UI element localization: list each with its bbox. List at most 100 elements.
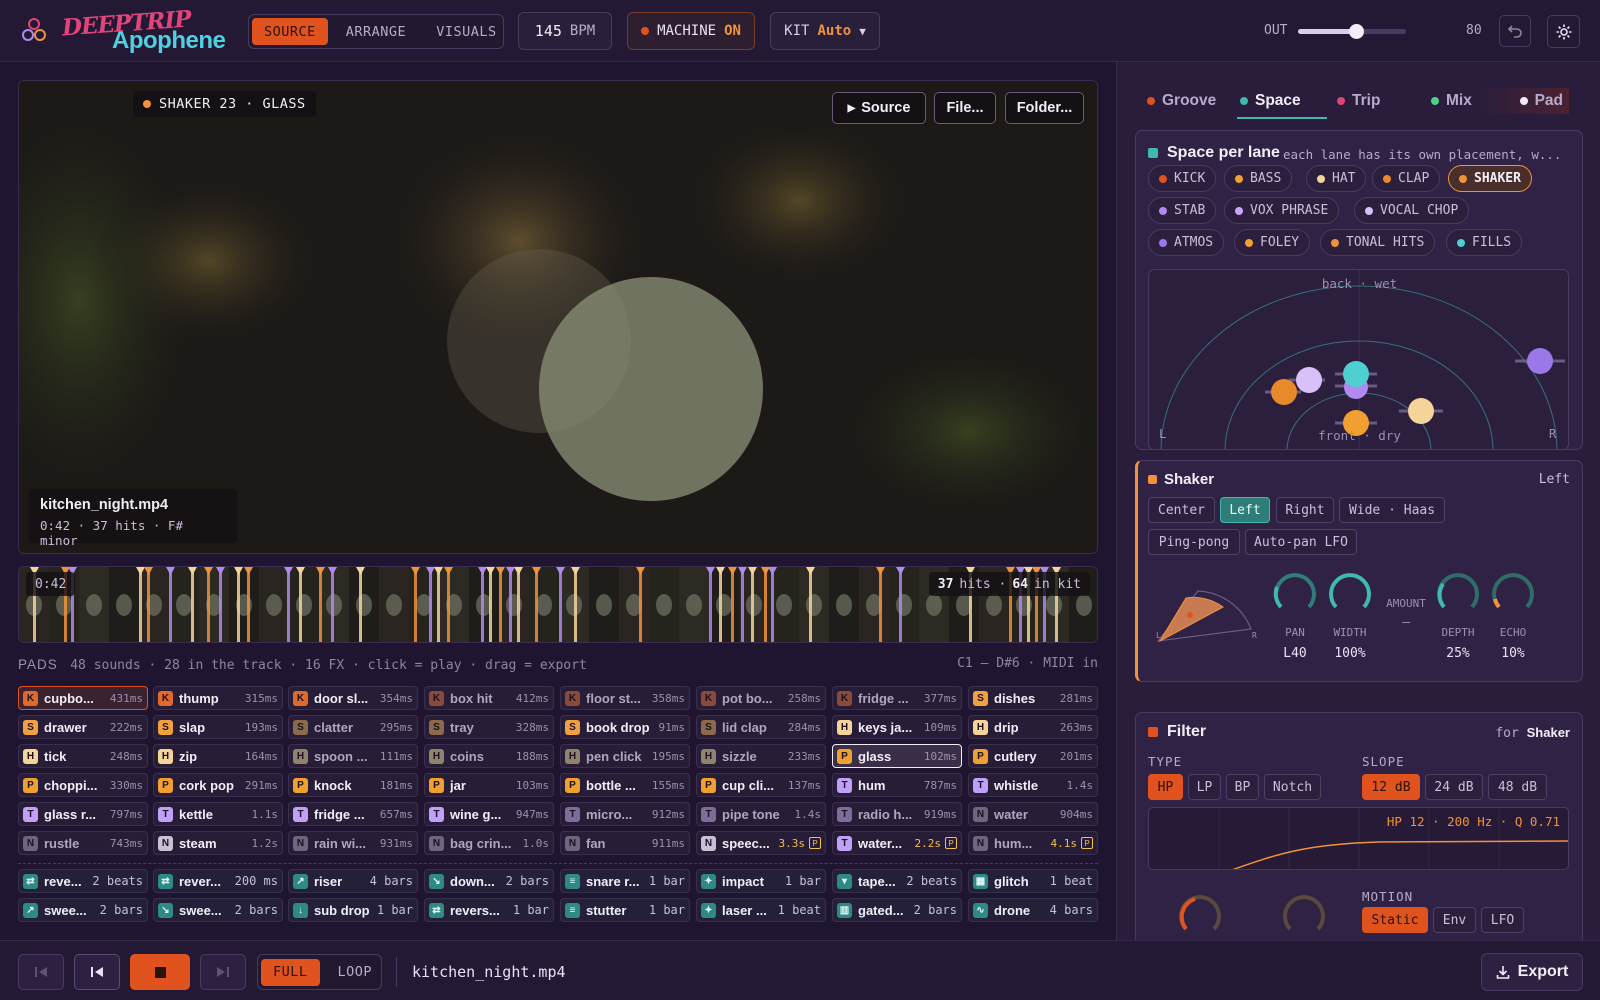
- pan-wedge-icon[interactable]: [1148, 581, 1258, 661]
- mode-tab-visuals[interactable]: VISUALS: [424, 18, 508, 45]
- motion-static-button[interactable]: Static: [1362, 907, 1428, 933]
- pad[interactable]: Nrain wi... 931ms: [288, 831, 418, 855]
- pad[interactable]: Kfridge ... 377ms: [832, 686, 962, 710]
- pad[interactable]: Hdrip 263ms: [968, 715, 1098, 739]
- mode-tab-arrange[interactable]: ARRANGE: [334, 18, 418, 45]
- depth-knob[interactable]: [1434, 569, 1482, 617]
- tab-space[interactable]: Space: [1240, 88, 1301, 114]
- fx-pad[interactable]: ▦ glitch 1 beat: [968, 869, 1098, 893]
- pad[interactable]: Tmicro... 912ms: [560, 802, 690, 826]
- lane-chip-bass[interactable]: BASS: [1224, 165, 1293, 192]
- filter-type-notch[interactable]: Notch: [1264, 774, 1321, 800]
- lane-chip-vox-phrase[interactable]: VOX PHRASE: [1224, 197, 1340, 224]
- fx-pad[interactable]: ⇄ rever... 200 ms: [153, 869, 283, 893]
- filter-response-graph[interactable]: HP 12 · 200 Hz · Q 0.71: [1148, 807, 1569, 870]
- pad[interactable]: Pchoppi... 330ms: [18, 773, 148, 797]
- pad[interactable]: Hspoon ... 111ms: [288, 744, 418, 768]
- stereo-field[interactable]: back · wet front · dry L R: [1148, 269, 1569, 450]
- fx-pad[interactable]: ✦ impact 1 bar: [696, 869, 826, 893]
- mode-auto-pan-button[interactable]: Auto-pan LFO: [1245, 529, 1357, 555]
- machine-toggle[interactable]: MACHINE ON: [627, 12, 755, 50]
- mode-ping-pong-button[interactable]: Ping-pong: [1148, 529, 1240, 555]
- tab-mix[interactable]: Mix: [1431, 88, 1472, 114]
- slope-24db-button[interactable]: 24 dB: [1425, 774, 1483, 800]
- pad[interactable]: Hkeys ja... 109ms: [832, 715, 962, 739]
- lane-chip-kick[interactable]: KICK: [1148, 165, 1217, 192]
- pad[interactable]: Tglass r... 797ms: [18, 802, 148, 826]
- fx-pad[interactable]: ↗ riser 4 bars: [288, 869, 418, 893]
- mode-left-button[interactable]: Left: [1220, 497, 1270, 523]
- pad[interactable]: Sdrawer 222ms: [18, 715, 148, 739]
- fx-pad[interactable]: ⇄ reve... 2 beats: [18, 869, 148, 893]
- pad[interactable]: Hsizzle 233ms: [696, 744, 826, 768]
- lane-chip-vocal-chop[interactable]: VOCAL CHOP: [1354, 197, 1470, 224]
- pad[interactable]: Sdishes 281ms: [968, 686, 1098, 710]
- pad[interactable]: Pbottle ... 155ms: [560, 773, 690, 797]
- lane-chip-atmos[interactable]: ATMOS: [1148, 229, 1225, 256]
- width-knob[interactable]: [1326, 569, 1374, 617]
- pad[interactable]: Tpipe tone 1.4s: [696, 802, 826, 826]
- cutoff-knob[interactable]: [1176, 891, 1224, 939]
- pad[interactable]: Kfloor st... 358ms: [560, 686, 690, 710]
- lane-chip-clap[interactable]: CLAP: [1372, 165, 1441, 192]
- pad[interactable]: Twhistle 1.4s: [968, 773, 1098, 797]
- pad[interactable]: Hcoins 188ms: [424, 744, 554, 768]
- pan-knob[interactable]: [1271, 569, 1319, 617]
- pad[interactable]: Hzip 164ms: [153, 744, 283, 768]
- fx-pad[interactable]: ↘ swee... 2 bars: [153, 898, 283, 922]
- pad[interactable]: Htick 248ms: [18, 744, 148, 768]
- kit-select[interactable]: KIT Auto ▼: [770, 12, 880, 50]
- pad[interactable]: Kpot bo... 258ms: [696, 686, 826, 710]
- pad[interactable]: Pknock 181ms: [288, 773, 418, 797]
- file-button[interactable]: File...: [934, 92, 996, 124]
- pad[interactable]: Sslap 193ms: [153, 715, 283, 739]
- lane-chip-hat[interactable]: HAT: [1306, 165, 1367, 192]
- fx-pad[interactable]: ≡ stutter 1 bar: [560, 898, 690, 922]
- pad[interactable]: Kthump 315ms: [153, 686, 283, 710]
- pad[interactable]: Kdoor sl... 354ms: [288, 686, 418, 710]
- tab-groove[interactable]: Groove: [1147, 88, 1216, 114]
- pad[interactable]: Nrustle 743ms: [18, 831, 148, 855]
- lane-chip-fills[interactable]: FILLS: [1446, 229, 1523, 256]
- fx-pad[interactable]: ⇄ revers... 1 bar: [424, 898, 554, 922]
- echo-knob[interactable]: [1489, 569, 1537, 617]
- lane-chip-tonal-hits[interactable]: TONAL HITS: [1320, 229, 1436, 256]
- range-full-tab[interactable]: FULL: [261, 958, 320, 986]
- pad[interactable]: Sclatter 295ms: [288, 715, 418, 739]
- motion-lfo-button[interactable]: LFO: [1481, 907, 1524, 933]
- fx-pad[interactable]: ∿ drone 4 bars: [968, 898, 1098, 922]
- lane-chip-stab[interactable]: STAB: [1148, 197, 1217, 224]
- pad[interactable]: Pcork pop 291ms: [153, 773, 283, 797]
- pad[interactable]: Pjar 103ms: [424, 773, 554, 797]
- mode-tab-source[interactable]: SOURCE: [252, 18, 328, 45]
- pad[interactable]: Sbook drop 91ms: [560, 715, 690, 739]
- filter-type-hp[interactable]: HP: [1148, 774, 1183, 800]
- pad[interactable]: Kbox hit 412ms: [424, 686, 554, 710]
- fx-pad[interactable]: ↗ swee... 2 bars: [18, 898, 148, 922]
- tab-trip[interactable]: Trip: [1337, 88, 1380, 114]
- fx-pad[interactable]: ↓ sub drop 1 bar: [288, 898, 418, 922]
- pad[interactable]: Pglass 102ms: [832, 744, 962, 768]
- stop-button[interactable]: [130, 954, 190, 990]
- lane-chip-foley[interactable]: FOLEY: [1234, 229, 1311, 256]
- pad[interactable]: Nbag crin... 1.0s: [424, 831, 554, 855]
- resonance-knob[interactable]: [1280, 891, 1328, 939]
- pad[interactable]: Twater... 2.2s P: [832, 831, 962, 855]
- bpm-field[interactable]: 145 BPM: [518, 12, 612, 50]
- undo-button[interactable]: [1499, 15, 1531, 47]
- mode-right-button[interactable]: Right: [1276, 497, 1334, 523]
- out-slider-thumb[interactable]: [1348, 24, 1364, 39]
- slope-48db-button[interactable]: 48 dB: [1488, 774, 1547, 800]
- pad[interactable]: Tkettle 1.1s: [153, 802, 283, 826]
- pad[interactable]: Nspeec... 3.3s P: [696, 831, 826, 855]
- settings-button[interactable]: [1547, 15, 1580, 48]
- skip-start-button[interactable]: [18, 954, 64, 990]
- fx-pad[interactable]: ✦ laser ... 1 beat: [696, 898, 826, 922]
- pad[interactable]: Pcup cli... 137ms: [696, 773, 826, 797]
- pad[interactable]: Tfridge ... 657ms: [288, 802, 418, 826]
- motion-env-button[interactable]: Env: [1433, 907, 1476, 933]
- lane-chip-shaker[interactable]: SHAKER: [1448, 165, 1532, 192]
- fx-pad[interactable]: ↘ down... 2 bars: [424, 869, 554, 893]
- mode-center-button[interactable]: Center: [1148, 497, 1215, 523]
- range-loop-tab[interactable]: LOOP: [326, 959, 385, 986]
